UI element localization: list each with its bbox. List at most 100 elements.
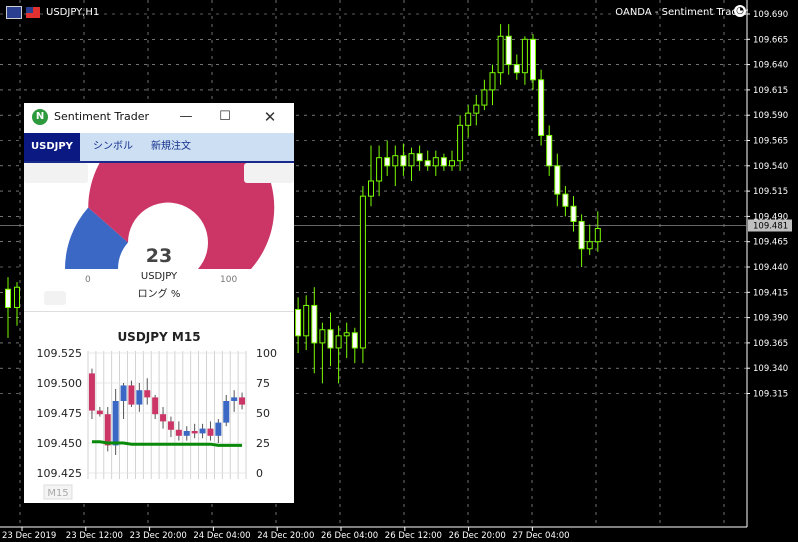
time-axis-label: 24 Dec 04:00 — [193, 531, 250, 541]
gauge-symbol-label: USDJPY — [140, 271, 178, 282]
price-candle-body — [432, 157, 439, 167]
price-candle-body — [562, 193, 569, 207]
price-candle-body — [546, 134, 553, 167]
price-candle-body — [538, 79, 545, 136]
mini-candle-body — [239, 397, 246, 405]
mini-candle-body — [167, 421, 174, 430]
mini-candle-body — [96, 410, 103, 415]
price-candle-body — [376, 157, 383, 182]
price-candle-body — [521, 38, 528, 74]
price-candle-body — [457, 124, 464, 162]
mini-right-axis-label: 75 — [256, 377, 270, 390]
one-click-trade-icon[interactable]: ◔ — [734, 5, 746, 17]
time-axis-label: 23 Dec 12:00 — [66, 531, 123, 541]
tab-usdjpy[interactable]: USDJPY — [24, 133, 80, 161]
mini-candle-body — [104, 414, 111, 446]
price-candle-body — [408, 153, 415, 167]
mini-candle-body — [128, 385, 135, 405]
time-axis-label: 26 Dec 12:00 — [385, 531, 442, 541]
close-button[interactable]: ✕ — [260, 107, 280, 127]
price-candle-body — [303, 304, 310, 337]
price-axis-label: 109.340 — [753, 364, 788, 374]
price-axis-label: 109.390 — [753, 314, 788, 324]
price-candle-body — [440, 157, 447, 167]
price-axis-label: 109.365 — [753, 339, 788, 349]
mini-right-axis-label: 0 — [256, 467, 263, 480]
sentiment-gauge: 23 USDJPY ロング % 0 100 — [24, 163, 294, 311]
time-axis-label: 23 Dec 2019 — [2, 531, 56, 541]
tab-bar: USDJPY シンボル 新規注文 — [24, 133, 294, 163]
mini-candle-body — [231, 397, 238, 401]
price-axis-label: 109.440 — [753, 263, 788, 273]
mini-candle-body — [88, 373, 95, 411]
window-title: Sentiment Trader — [54, 110, 149, 123]
price-candle-body — [351, 332, 358, 349]
mini-left-axis-label: 109.475 — [37, 407, 83, 420]
chart-menu-icon[interactable] — [6, 5, 22, 19]
gauge-left-tab — [24, 163, 88, 183]
price-candle-body — [368, 180, 374, 197]
gauge-small-tab — [44, 291, 66, 305]
price-candle-body — [513, 64, 520, 74]
price-candle-body — [343, 332, 350, 337]
section-divider — [24, 311, 294, 312]
gauge-max-label: 100 — [220, 275, 238, 285]
price-candle-body — [5, 288, 11, 308]
broker-label: OANDA - Sentiment Trader — [615, 6, 748, 18]
mini-candle-body — [191, 431, 198, 434]
mini-right-axis-label: 25 — [256, 437, 270, 450]
price-candle-body — [586, 241, 593, 250]
mini-candle-body — [183, 431, 190, 436]
price-candle-body — [14, 286, 20, 308]
gauge-caption: ロング % — [137, 289, 181, 300]
price-axis-label: 109.465 — [753, 238, 788, 248]
price-axis-label: 109.540 — [753, 162, 788, 172]
mini-candle-body — [207, 428, 214, 436]
price-candle-body — [489, 72, 496, 91]
sentiment-trader-window: N Sentiment Trader — ☐ ✕ USDJPY シンボル 新規注… — [24, 103, 294, 503]
price-candle-body — [473, 104, 480, 114]
price-candle-body — [570, 205, 577, 222]
time-axis-label: 27 Dec 04:00 — [512, 531, 569, 541]
price-axis-label: 109.415 — [753, 288, 788, 298]
mini-left-axis-label: 109.450 — [37, 437, 83, 450]
current-price-label: 109.481 — [753, 222, 788, 232]
price-candle-body — [295, 309, 302, 337]
mini-right-axis-label: 100 — [256, 347, 277, 360]
minimize-button[interactable]: — — [176, 107, 196, 127]
tab-new-order[interactable]: 新規注文 — [144, 133, 198, 161]
time-axis-label: 26 Dec 20:00 — [449, 531, 506, 541]
price-axis-label: 109.615 — [753, 86, 788, 96]
price-candle-body — [530, 38, 536, 81]
mini-left-axis-label: 109.525 — [37, 347, 83, 360]
maximize-button[interactable]: ☐ — [215, 107, 235, 127]
price-candle-body — [481, 89, 488, 106]
time-axis-label: 26 Dec 04:00 — [321, 531, 378, 541]
price-candle-body — [578, 220, 585, 250]
price-candle-body — [497, 35, 504, 74]
timeframe-label: M15 — [47, 488, 68, 499]
gauge-min-label: 0 — [85, 275, 91, 285]
price-candle-body — [392, 155, 399, 167]
price-candle-body — [384, 157, 391, 167]
chart-symbol-title: USDJPY,H1 — [46, 6, 100, 18]
mini-candle-body — [160, 414, 167, 422]
tab-symbols[interactable]: シンボル — [86, 133, 140, 161]
mini-candle-body — [144, 390, 151, 398]
price-axis-label: 109.315 — [753, 390, 788, 400]
mini-left-axis-label: 109.500 — [37, 377, 83, 390]
price-candle-body — [311, 304, 318, 344]
mini-chart-title: USDJPY M15 — [117, 330, 200, 344]
price-candle-body — [424, 160, 431, 167]
mini-candle-body — [152, 397, 159, 415]
price-candle-body — [449, 160, 455, 167]
price-axis-label: 109.590 — [753, 111, 788, 121]
price-candle-body — [465, 112, 472, 126]
price-candle-body — [327, 329, 334, 349]
time-axis-label: 24 Dec 20:00 — [257, 531, 314, 541]
mini-candle-body — [112, 401, 119, 446]
price-axis-label: 109.515 — [753, 187, 788, 197]
price-candle-body — [359, 195, 366, 349]
window-titlebar[interactable]: N Sentiment Trader — ☐ ✕ — [24, 103, 294, 132]
app-logo-icon: N — [32, 109, 48, 125]
